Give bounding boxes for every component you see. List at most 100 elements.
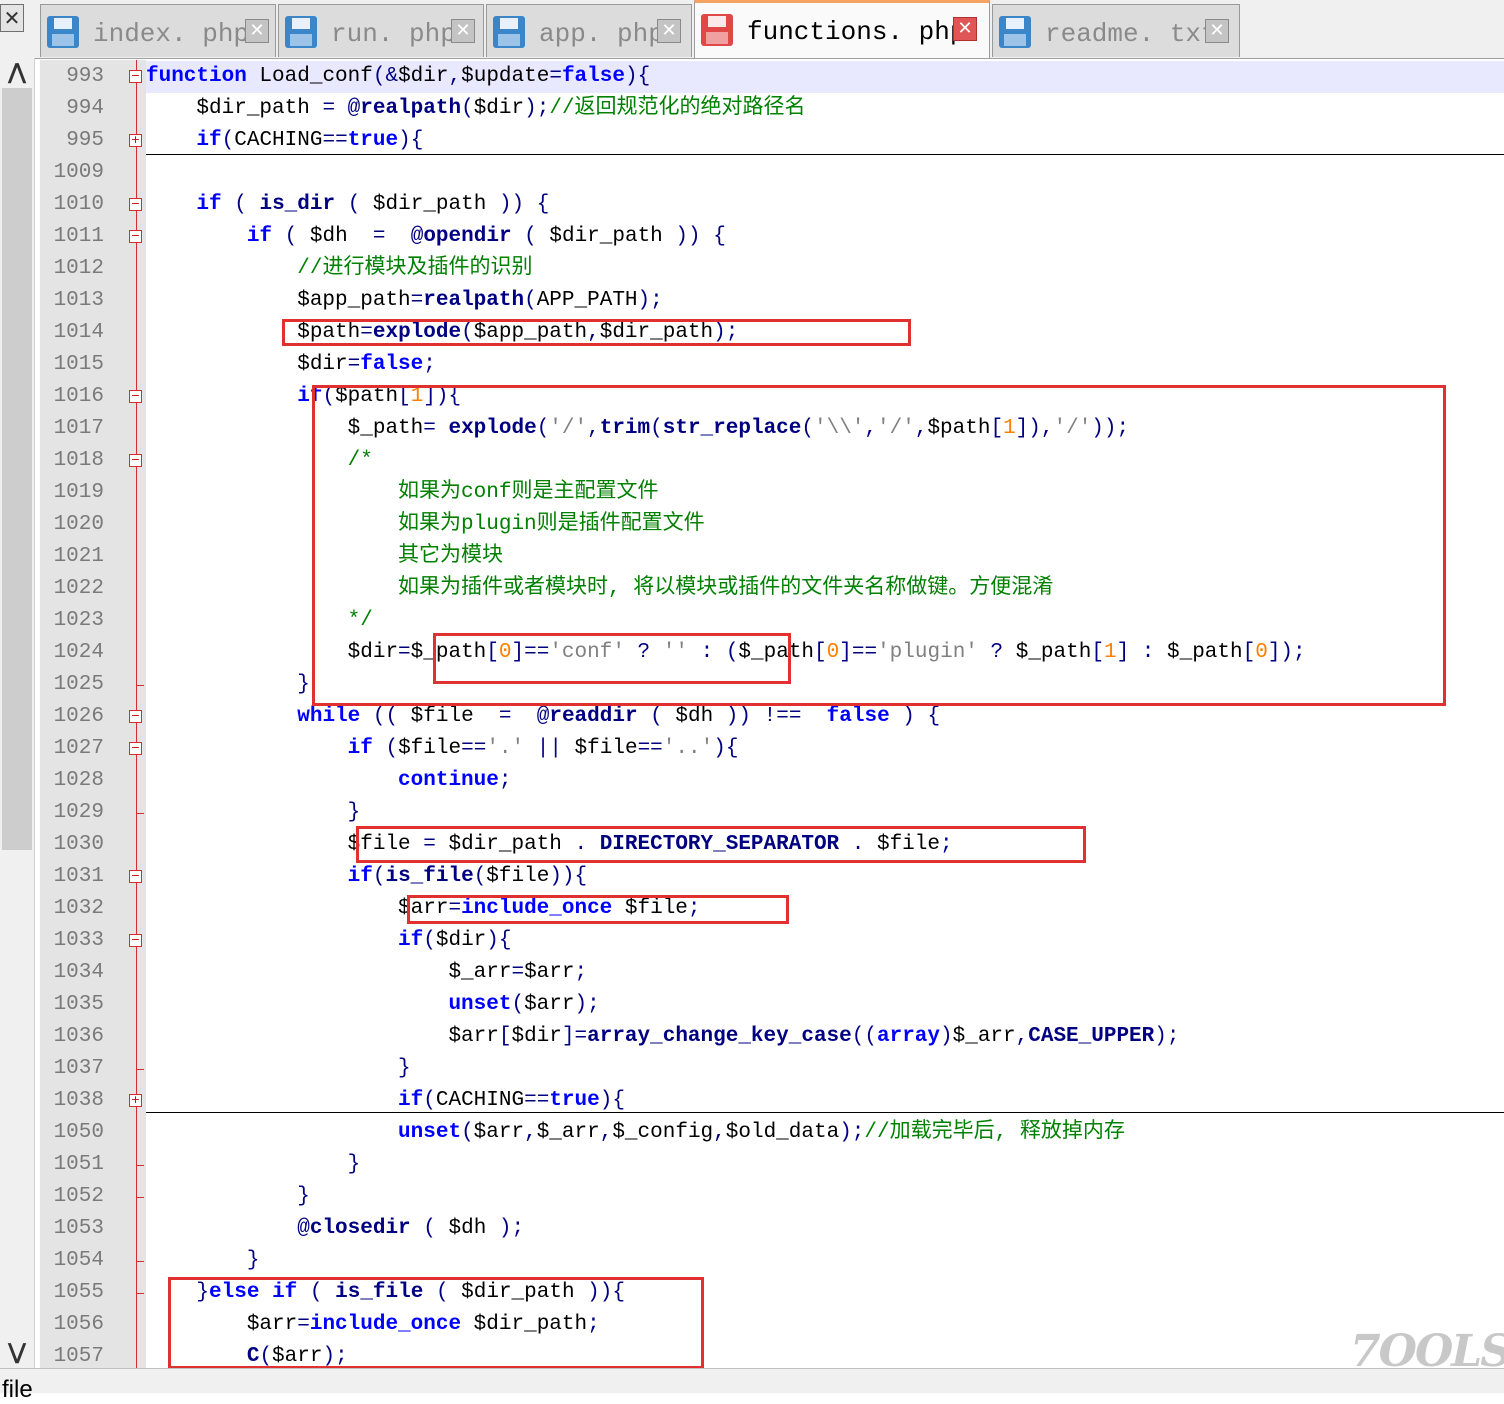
- code-line[interactable]: }: [146, 1245, 260, 1277]
- code-token: )): [549, 865, 575, 888]
- code-token: $old_data: [725, 1121, 840, 1144]
- fold-expand-icon[interactable]: +: [129, 1094, 142, 1107]
- fold-collapse-icon[interactable]: −: [129, 710, 142, 723]
- code-line[interactable]: if($dir){: [146, 925, 511, 957]
- fold-expand-icon[interactable]: +: [129, 134, 142, 147]
- code-token: =: [498, 705, 512, 728]
- close-tab-icon[interactable]: ✕: [657, 19, 681, 43]
- code-line[interactable]: unset($arr,$_arr,$_config,$old_data);//加…: [146, 1117, 1125, 1149]
- saved-file-icon: [285, 16, 317, 48]
- code-token: ,: [448, 65, 462, 88]
- line-number: 1030: [53, 833, 104, 856]
- code-line[interactable]: $arr[$dir]=array_change_key_case((array)…: [146, 1021, 1179, 1053]
- code-token: $dh: [297, 225, 373, 248]
- code-token: $dh: [435, 1217, 499, 1240]
- tab-readme-txt[interactable]: readme. txt ✕: [992, 4, 1240, 57]
- close-tab-icon[interactable]: ✕: [1205, 19, 1229, 43]
- code-line[interactable]: $dir=false;: [146, 349, 436, 381]
- close-tab-icon[interactable]: ✕: [953, 17, 977, 41]
- code-token: CASE_UPPER: [1028, 1025, 1155, 1048]
- vertical-scrollbar[interactable]: ⋀ ⋁: [0, 58, 35, 1368]
- code-token: =: [549, 65, 562, 88]
- code-token: readdir: [549, 705, 638, 728]
- line-number: 1012: [53, 257, 104, 280]
- line-number: 1054: [53, 1249, 104, 1272]
- code-line[interactable]: if ($file=='.' || $file=='..'){: [146, 733, 739, 765]
- code-line[interactable]: if ( $dh = @opendir ( $dir_path )) {: [146, 221, 726, 253]
- scroll-thumb[interactable]: [2, 88, 32, 850]
- code-line[interactable]: if(is_file($file)){: [146, 861, 588, 893]
- code-token: $_config: [612, 1121, 714, 1144]
- close-document-button[interactable]: ✕: [0, 4, 24, 32]
- tab-label: index. php: [93, 19, 250, 49]
- fold-collapse-icon[interactable]: −: [129, 454, 142, 467]
- code-line[interactable]: if(CACHING==true){: [146, 125, 423, 157]
- code-token: }: [246, 1249, 260, 1272]
- code-line[interactable]: }: [146, 1053, 411, 1085]
- code-line[interactable]: }: [146, 1181, 310, 1213]
- fold-collapse-icon[interactable]: −: [129, 742, 142, 755]
- code-line[interactable]: $dir_path = @realpath($dir);//返回规范化的绝对路径…: [146, 93, 806, 125]
- annotation-box: [433, 633, 791, 684]
- line-number: 1029: [53, 801, 104, 824]
- code-line[interactable]: function Load_conf(&$dir,$update=false){: [146, 61, 1504, 93]
- code-token: {: [574, 865, 588, 888]
- line-number: 1011: [53, 225, 104, 248]
- code-line[interactable]: continue;: [146, 765, 511, 797]
- scroll-up-arrow-icon[interactable]: ⋀: [0, 58, 34, 88]
- close-tab-icon[interactable]: ✕: [451, 19, 475, 43]
- code-token: (: [423, 1217, 436, 1240]
- code-token: //返回规范化的绝对路径名: [549, 97, 806, 120]
- code-token: (: [221, 129, 235, 152]
- code-token: (: [423, 929, 436, 952]
- code-token: $dir_path: [146, 97, 323, 120]
- tab-index-php[interactable]: index. php ✕: [40, 4, 276, 57]
- saved-file-icon: [999, 16, 1031, 48]
- code-line[interactable]: $_arr=$arr;: [146, 957, 587, 989]
- fold-collapse-icon[interactable]: −: [129, 934, 142, 947]
- code-token: ;: [423, 353, 436, 376]
- fold-collapse-icon[interactable]: −: [129, 870, 142, 883]
- annotation-box: [407, 895, 789, 924]
- code-token: =: [347, 353, 361, 376]
- fold-collapse-icon[interactable]: −: [129, 390, 142, 403]
- code-line[interactable]: $app_path=realpath(APP_PATH);: [146, 285, 663, 317]
- fold-collapse-icon[interactable]: −: [129, 70, 142, 83]
- tab-app-php[interactable]: app. php ✕: [486, 4, 692, 57]
- line-number: 1036: [53, 1025, 104, 1048]
- code-line[interactable]: //进行模块及插件的识别: [146, 253, 532, 285]
- code-token: ==: [524, 1089, 550, 1112]
- code-token: (: [372, 865, 386, 888]
- line-number: 1010: [53, 193, 104, 216]
- close-tab-icon[interactable]: ✕: [245, 19, 269, 43]
- code-token: }: [347, 801, 361, 824]
- code-line[interactable]: unset($arr);: [146, 989, 599, 1021]
- code-token: }: [297, 673, 310, 696]
- code-token: is_file: [385, 865, 474, 888]
- code-line[interactable]: }: [146, 1149, 361, 1181]
- code-token: $arr: [524, 993, 575, 1016]
- code-token: $arr: [146, 897, 449, 920]
- code-line[interactable]: @closedir ( $dh );: [146, 1213, 524, 1245]
- code-line[interactable]: }: [146, 669, 310, 701]
- code-token: ): [902, 705, 915, 728]
- code-line[interactable]: }: [146, 797, 361, 829]
- line-number: 1027: [53, 737, 104, 760]
- fold-collapse-icon[interactable]: −: [129, 230, 142, 243]
- tab-run-php[interactable]: run. php ✕: [278, 4, 484, 57]
- code-token: (&: [372, 65, 399, 88]
- code-line[interactable]: if ( is_dir ( $dir_path )) {: [146, 189, 549, 221]
- code-token: ==: [322, 129, 348, 152]
- code-token: =: [511, 961, 525, 984]
- tab-functions-php[interactable]: functions. php ✕: [694, 0, 990, 58]
- fold-collapse-icon[interactable]: −: [129, 198, 142, 211]
- scroll-down-arrow-icon[interactable]: ⋁: [0, 1338, 34, 1368]
